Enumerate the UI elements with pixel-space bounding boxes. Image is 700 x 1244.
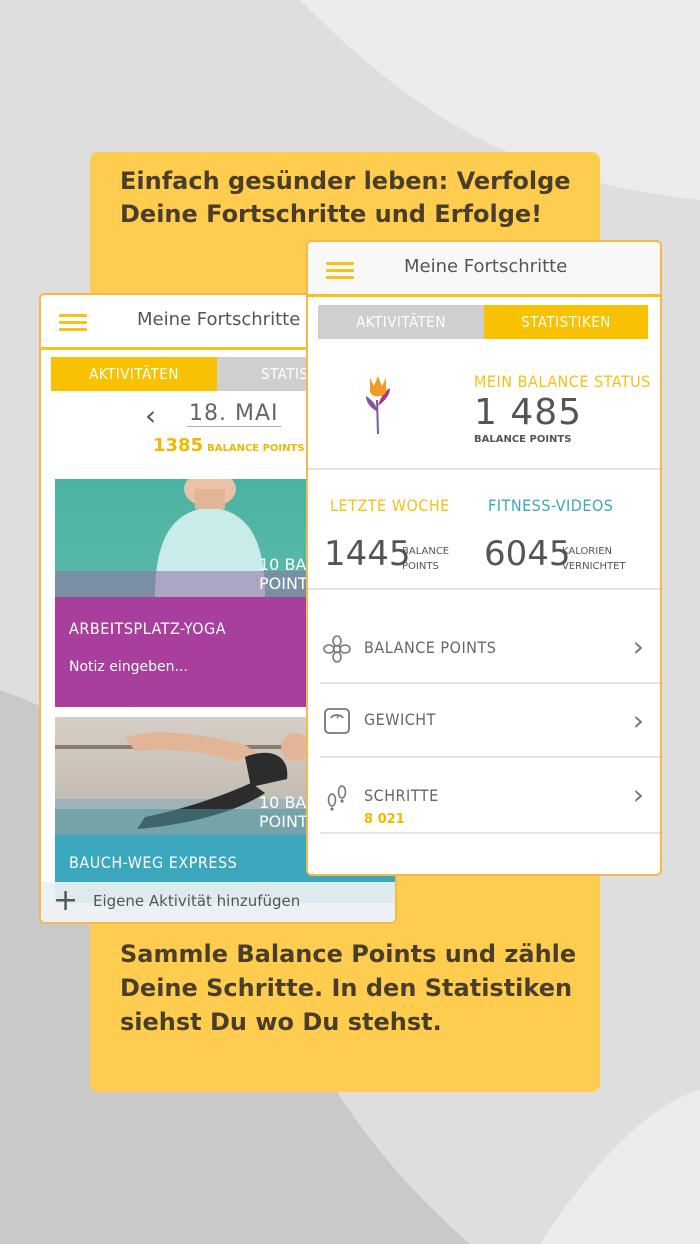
- unit-line: VERNICHTET: [562, 561, 626, 572]
- balance-points-value: 1385: [153, 435, 204, 456]
- unit-line: POINTS: [402, 561, 439, 572]
- unit-line: BALANCE: [402, 546, 450, 557]
- footsteps-icon: [322, 782, 352, 812]
- hamburger-menu-icon[interactable]: [59, 314, 87, 332]
- list-item-balance-points[interactable]: BALANCE POINTS ›: [308, 612, 660, 684]
- daily-balance-points: 1385 BALANCE POINTS: [153, 435, 305, 456]
- headline-line: Deine Fortschritte und Erfolge!: [120, 200, 543, 228]
- divider: [320, 832, 660, 834]
- balance-points-label: BALANCE POINTS: [207, 443, 305, 454]
- fitness-videos-label: FITNESS-VIDEOS: [488, 496, 614, 515]
- headline-line: Einfach gesünder leben: Verfolge: [120, 167, 571, 195]
- last-week-label: LETZTE WOCHE: [330, 496, 450, 515]
- chevron-right-icon: ›: [632, 778, 644, 811]
- activity-title: BAUCH-WEG EXPRESS: [69, 853, 238, 872]
- list-item-label: SCHRITTE: [364, 786, 439, 805]
- list-item-label: GEWICHT: [364, 710, 436, 729]
- list-item-schritte[interactable]: SCHRITTE 8 021 ›: [308, 760, 660, 832]
- app-title: Meine Fortschritte: [404, 256, 568, 277]
- headline-text: Einfach gesünder leben: Verfolge Deine F…: [120, 165, 590, 231]
- tab-bar: AKTIVITÄTEN STATISTIKEN: [318, 305, 648, 339]
- fitness-videos-value: 6045: [484, 534, 571, 574]
- add-activity-label: Eigene Aktivität hinzufügen: [93, 892, 301, 910]
- steps-count: 8 021: [364, 812, 405, 827]
- divider: [308, 588, 660, 590]
- last-week-unit: BALANCE POINTS: [402, 544, 449, 574]
- description-text: Sammle Balance Points und zähle Deine Sc…: [120, 937, 590, 1039]
- front-phone-screen: Meine Fortschritte AKTIVITÄTEN STATISTIK…: [306, 240, 662, 876]
- app-bar: Meine Fortschritte: [308, 242, 660, 297]
- description-line: Sammle Balance Points und zähle: [120, 940, 577, 968]
- balance-status-unit: BALANCE POINTS: [474, 434, 572, 445]
- balance-status-value: 1 485: [474, 392, 583, 433]
- plus-icon: +: [53, 883, 79, 918]
- tab-statistiken[interactable]: STATISTIKEN: [484, 305, 648, 339]
- scale-icon: [322, 706, 352, 736]
- add-activity-row[interactable]: + Eigene Aktivität hinzufügen: [41, 882, 395, 922]
- chevron-right-icon: ›: [632, 704, 644, 737]
- last-week-value: 1445: [324, 534, 411, 574]
- fitness-videos-unit: KALORIEN VERNICHTET: [562, 544, 626, 574]
- date-label[interactable]: 18. MAI: [187, 401, 281, 427]
- hamburger-menu-icon[interactable]: [326, 262, 354, 280]
- chevron-left-icon[interactable]: ‹: [145, 399, 156, 432]
- divider: [320, 756, 660, 758]
- description-line: siehst Du wo Du stehst.: [120, 1008, 442, 1036]
- list-item-gewicht[interactable]: GEWICHT ›: [308, 686, 660, 758]
- description-line: Deine Schritte. In den Statistiken: [120, 974, 573, 1002]
- flower-icon: [322, 634, 352, 664]
- tab-aktivitaeten[interactable]: AKTIVITÄTEN: [51, 357, 217, 391]
- unit-line: KALORIEN: [562, 546, 613, 557]
- chevron-right-icon: ›: [632, 630, 644, 663]
- tab-aktivitaeten[interactable]: AKTIVITÄTEN: [318, 305, 484, 339]
- divider: [320, 682, 660, 684]
- activity-title: ARBEITSPLATZ-YOGA: [69, 619, 227, 638]
- list-item-label: BALANCE POINTS: [364, 638, 497, 657]
- note-input[interactable]: Notiz eingeben...: [69, 659, 188, 675]
- divider: [308, 468, 660, 470]
- balance-status-label: MEIN BALANCE STATUS: [474, 372, 651, 391]
- tulip-icon: [360, 372, 396, 440]
- app-title: Meine Fortschritte: [137, 309, 301, 330]
